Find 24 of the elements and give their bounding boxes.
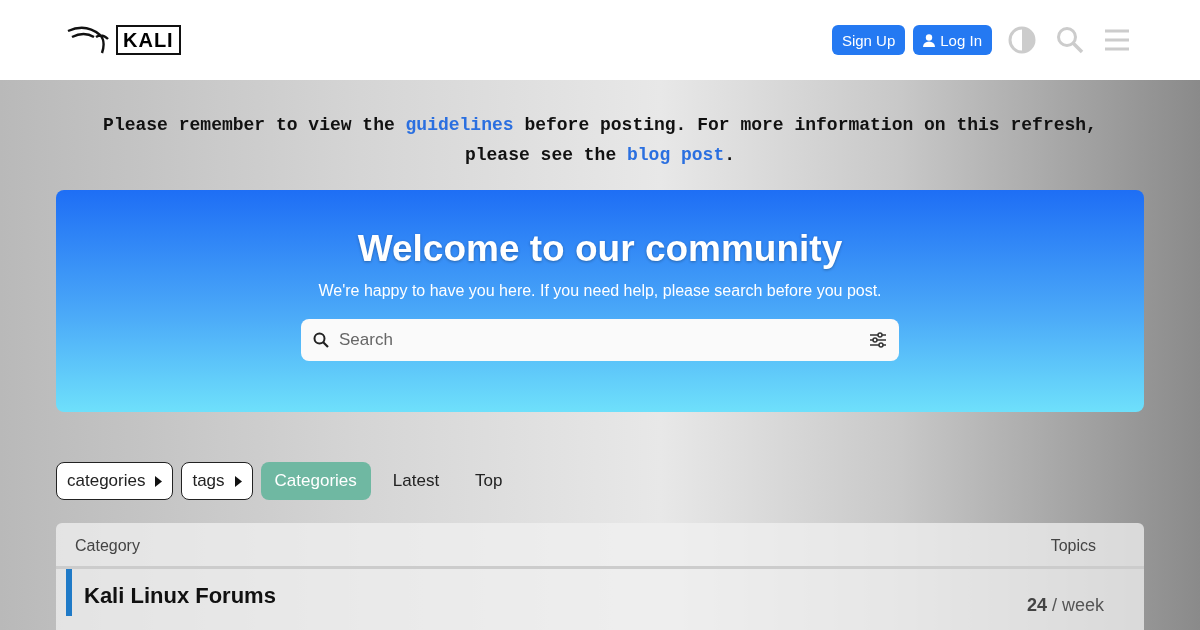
nav-tab[interactable]: Top xyxy=(461,462,517,500)
filter-dropdown[interactable]: categories xyxy=(56,462,174,500)
search-field[interactable]: Search xyxy=(301,319,899,361)
filter-sliders-icon[interactable] xyxy=(869,332,887,348)
category-row[interactable]: Kali Linux Forums 24 / week xyxy=(66,569,1144,616)
contrast-icon[interactable] xyxy=(1008,26,1036,54)
column-header: Topics xyxy=(1050,537,1096,556)
notice-link[interactable]: blog post xyxy=(627,145,725,165)
column-header: Category xyxy=(75,537,140,556)
caret-icon xyxy=(155,475,163,487)
welcome-title: Welcome to our community xyxy=(357,228,843,270)
caret-icon xyxy=(234,475,242,487)
category-name[interactable]: Kali Linux Forums xyxy=(84,583,276,616)
logo-text[interactable]: KALI xyxy=(116,25,181,55)
filter-dropdown[interactable]: tags xyxy=(181,462,253,500)
sign-up-button[interactable]: Sign Up xyxy=(831,25,906,55)
menu-icon[interactable] xyxy=(1104,28,1130,52)
nav-tab[interactable]: Latest xyxy=(378,462,454,500)
notice-text: Please remember to view the guidelines before posting. For more information on this refresh, please see the blog post. xyxy=(102,114,1098,167)
search-icon[interactable] xyxy=(1056,26,1084,54)
log-in-button[interactable]: Log In xyxy=(913,25,992,55)
welcome-subtitle: We're happy to have you here. If you need help, please search before you post. xyxy=(318,282,882,300)
user-icon xyxy=(923,33,936,47)
topic-rate: 24 / week xyxy=(1026,595,1104,616)
